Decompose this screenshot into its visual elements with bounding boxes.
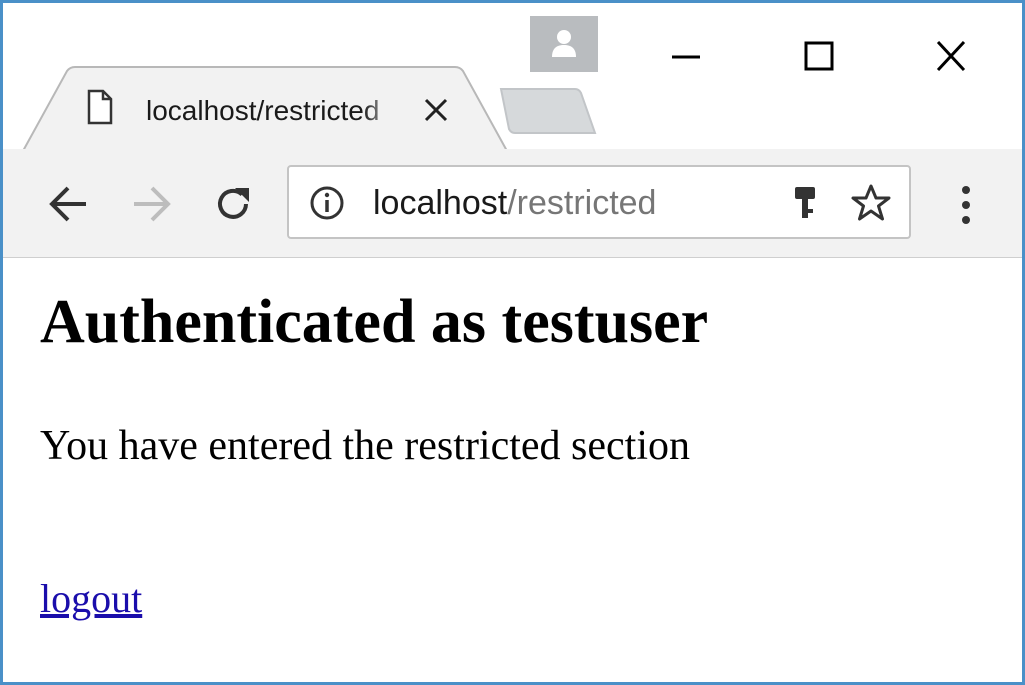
- minimize-button[interactable]: [656, 31, 716, 81]
- arrow-right-icon: [134, 186, 171, 222]
- star-icon[interactable]: [851, 183, 891, 223]
- key-icon[interactable]: [793, 185, 817, 225]
- address-bar[interactable]: localhost/restricted: [287, 165, 911, 239]
- back-button[interactable]: [43, 179, 93, 229]
- url-text: localhost/restricted: [373, 183, 656, 223]
- maximize-icon: [804, 41, 834, 71]
- close-window-button[interactable]: [921, 31, 981, 81]
- page-message: You have entered the restricted section: [40, 423, 691, 469]
- url-host: localhost: [373, 184, 508, 222]
- maximize-button[interactable]: [789, 31, 849, 81]
- minimize-icon: [672, 55, 700, 59]
- browser-toolbar: localhost/restricted: [3, 149, 1022, 258]
- forward-button[interactable]: [127, 179, 177, 229]
- more-vertical-icon: [962, 186, 970, 224]
- tab-close-button[interactable]: [421, 95, 451, 125]
- title-bar: localhost/restricted: [3, 3, 1022, 151]
- profile-button[interactable]: [530, 16, 598, 72]
- url-path: /restricted: [507, 184, 657, 222]
- person-icon: [552, 30, 576, 57]
- logout-link[interactable]: logout: [40, 573, 142, 625]
- page-content: Authenticated as testuser You have enter…: [3, 258, 1022, 682]
- info-icon[interactable]: [309, 185, 345, 221]
- close-icon: [424, 98, 448, 122]
- close-icon: [936, 41, 966, 71]
- new-tab-button[interactable]: [497, 85, 597, 137]
- arrow-left-icon: [49, 186, 86, 222]
- page-heading: Authenticated as testuser: [40, 288, 709, 356]
- browser-window: localhost/restricted localhost/restricte…: [0, 0, 1025, 685]
- document-icon: [87, 89, 113, 125]
- reload-icon: [218, 188, 249, 219]
- browser-menu-button[interactable]: [953, 185, 979, 229]
- reload-button[interactable]: [208, 179, 258, 229]
- tab-title: localhost/restricted: [146, 95, 380, 126]
